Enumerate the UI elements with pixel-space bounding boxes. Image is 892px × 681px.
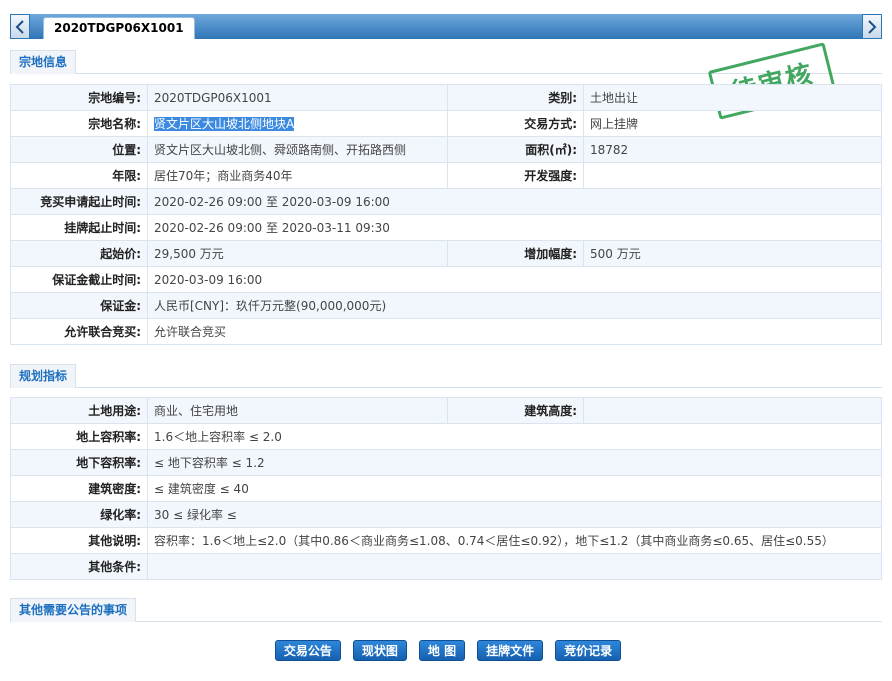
other-conditions-label: 其他条件: [10,553,148,580]
table-row: 年限: 居住70年；商业商务40年 开发强度: [10,162,882,189]
land-use-value: 商业、住宅用地 [147,397,448,424]
map-button[interactable]: 地 图 [418,640,466,661]
location-value: 贤文片区大山坡北侧、舜颂路南侧、开拓路西侧 [147,136,448,163]
other-conditions-value [147,553,882,580]
joint-bid-label: 允许联合竞买: [10,318,148,345]
table-row: 建筑密度: ≤ 建筑密度 ≤ 40 [10,475,882,502]
trade-notice-button[interactable]: 交易公告 [274,640,341,661]
start-price-label: 起始价: [10,240,148,267]
bid-records-button[interactable]: 竞价记录 [555,640,622,661]
table-row: 其他条件: [10,553,882,580]
table-row: 保证金: 人民币[CNY]：玖仟万元整(90,000,000元) [10,292,882,319]
green-ratio-label: 绿化率: [10,501,148,528]
parcel-code-value: 2020TDGP06X1001 [147,84,448,111]
listing-docs-button[interactable]: 挂牌文件 [477,640,544,661]
chevron-left-icon [15,19,24,34]
green-ratio-value: 30 ≤ 绿化率 ≤ [147,501,882,528]
building-height-label: 建筑高度: [447,397,584,424]
table-row: 宗地名称: 贤文片区大山坡北侧地块A 交易方式: 网上挂牌 [10,110,882,137]
status-map-button[interactable]: 现状图 [352,640,407,661]
underground-far-value: ≤ 地下容积率 ≤ 1.2 [147,449,882,476]
table-row: 其他说明: 容积率：1.6＜地上≤2.0（其中0.86＜商业商务≤1.08、0.… [10,527,882,554]
section-title-plan: 规划指标 [10,364,77,388]
density-value: ≤ 建筑密度 ≤ 40 [147,475,882,502]
tab-parcel[interactable]: 2020TDGP06X1001 [43,17,195,39]
table-row: 地上容积率: 1.6＜地上容积率 ≤ 2.0 [10,423,882,450]
scroll-right-button[interactable] [862,14,882,39]
section-header-plan: 规划指标 [10,364,882,388]
type-value: 土地出让 [583,84,882,111]
table-row: 宗地编号: 2020TDGP06X1001 类别: 土地出让 [10,84,882,111]
notes-label: 其他说明: [10,527,148,554]
start-price-value: 29,500 万元 [147,240,448,267]
table-row: 位置: 贤文片区大山坡北侧、舜颂路南侧、开拓路西侧 面积(㎡): 18782 [10,136,882,163]
area-label: 面积(㎡): [447,136,584,163]
trade-label: 交易方式: [447,110,584,137]
deposit-deadline-value: 2020-03-09 16:00 [147,266,882,293]
years-value: 居住70年；商业商务40年 [147,162,448,189]
table-row: 竞买申请起止时间: 2020-02-26 09:00 至 2020-03-09 … [10,188,882,215]
dev-intensity-value [583,162,882,189]
trade-value: 网上挂牌 [583,110,882,137]
table-row: 绿化率: 30 ≤ 绿化率 ≤ [10,501,882,528]
planning-table: 土地用途: 商业、住宅用地 建筑高度: 地上容积率: 1.6＜地上容积率 ≤ 2… [10,397,882,580]
deposit-deadline-label: 保证金截止时间: [10,266,148,293]
parcel-name-value: 贤文片区大山坡北侧地块A [154,117,295,131]
land-use-label: 土地用途: [10,397,148,424]
parcel-name-label: 宗地名称: [10,110,148,137]
area-value: 18782 [583,136,882,163]
deposit-label: 保证金: [10,292,148,319]
action-buttons: 交易公告 现状图 地 图 挂牌文件 竞价记录 [0,640,892,661]
increment-value: 500 万元 [583,240,882,267]
table-row: 挂牌起止时间: 2020-02-26 09:00 至 2020-03-11 09… [10,214,882,241]
notes-value: 容积率：1.6＜地上≤2.0（其中0.86＜商业商务≤1.08、0.74＜居住≤… [147,527,882,554]
table-row: 起始价: 29,500 万元 增加幅度: 500 万元 [10,240,882,267]
increment-label: 增加幅度: [447,240,584,267]
dev-intensity-label: 开发强度: [447,162,584,189]
table-row: 允许联合竞买: 允许联合竞买 [10,318,882,345]
section-title-other: 其他需要公告的事项 [10,598,137,622]
far-label: 地上容积率: [10,423,148,450]
table-row: 土地用途: 商业、住宅用地 建筑高度: [10,397,882,424]
parcel-code-label: 宗地编号: [10,84,148,111]
apply-period-label: 竞买申请起止时间: [10,188,148,215]
apply-period-value: 2020-02-26 09:00 至 2020-03-09 16:00 [147,188,882,215]
years-label: 年限: [10,162,148,189]
deposit-value: 人民币[CNY]：玖仟万元整(90,000,000元) [147,292,882,319]
parcel-info-table: 宗地编号: 2020TDGP06X1001 类别: 土地出让 宗地名称: 贤文片… [10,84,882,345]
tab-bar: 2020TDGP06X1001 [10,14,882,39]
listing-period-label: 挂牌起止时间: [10,214,148,241]
section-header-other: 其他需要公告的事项 [10,598,882,622]
density-label: 建筑密度: [10,475,148,502]
table-row: 保证金截止时间: 2020-03-09 16:00 [10,266,882,293]
far-value: 1.6＜地上容积率 ≤ 2.0 [147,423,882,450]
underground-far-label: 地下容积率: [10,449,148,476]
building-height-value [583,397,882,424]
joint-bid-value: 允许联合竞买 [147,318,882,345]
scroll-left-button[interactable] [10,14,30,39]
section-title-info: 宗地信息 [10,50,77,74]
type-label: 类别: [447,84,584,111]
listing-period-value: 2020-02-26 09:00 至 2020-03-11 09:30 [147,214,882,241]
chevron-right-icon [868,19,877,34]
location-label: 位置: [10,136,148,163]
table-row: 地下容积率: ≤ 地下容积率 ≤ 1.2 [10,449,882,476]
